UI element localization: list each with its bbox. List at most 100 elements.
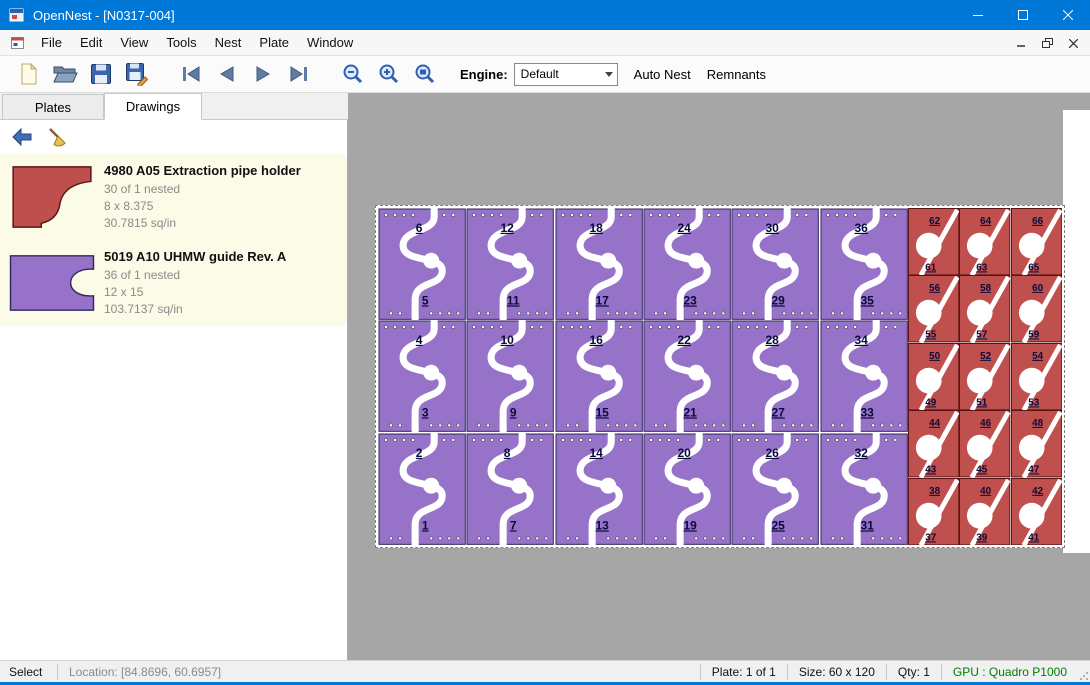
nested-part-pair-purple[interactable]: 26 25 [731,433,819,545]
nested-part-pair-purple[interactable]: 30 29 [731,208,819,320]
part-number: 50 [929,351,940,362]
maximize-icon[interactable] [1000,0,1045,30]
part-number: 6 [416,221,423,235]
part-number: 5 [422,293,429,307]
drawing-item-2[interactable]: 5019 A10 UHMW guide Rev. A 36 of 1 neste… [0,240,347,326]
nested-part-pair-purple[interactable]: 22 21 [643,320,731,432]
engine-select[interactable]: Default [514,63,618,86]
nested-part-pair-purple[interactable]: 6 5 [378,208,466,320]
mdi-minimize-icon[interactable] [1010,34,1032,52]
nested-part-pair-red[interactable]: 38 37 [908,478,959,545]
part-number: 37 [925,532,936,543]
nested-part-pair-red[interactable]: 60 59 [1011,275,1062,342]
status-mode: Select [0,665,55,679]
status-location: Location: [84.8696, 60.6957] [60,665,230,679]
nested-part-pair-red[interactable]: 42 41 [1011,478,1062,545]
part-number: 12 [501,221,515,235]
chevron-down-icon [605,72,613,77]
statusbar-separator [941,664,942,680]
remnants-button[interactable]: Remnants [707,67,766,82]
save-icon[interactable] [86,59,116,89]
nested-part-pair-purple[interactable]: 14 13 [555,433,643,545]
menu-tools[interactable]: Tools [157,31,205,54]
nested-part-pair-purple[interactable]: 18 17 [555,208,643,320]
nested-part-pair-purple[interactable]: 2 1 [378,433,466,545]
nested-part-pair-purple[interactable]: 34 33 [820,320,908,432]
menu-file[interactable]: File [32,31,71,54]
part-number: 39 [977,532,988,543]
nav-last-icon[interactable] [284,59,314,89]
nested-part-pair-purple[interactable]: 12 11 [466,208,554,320]
part-number: 29 [772,293,786,307]
part-number: 13 [595,518,609,532]
part-number: 57 [977,330,988,341]
nested-part-pair-red[interactable]: 64 63 [959,208,1010,275]
status-gpu: GPU : Quadro P1000 [944,665,1076,679]
nested-part-pair-purple[interactable]: 36 35 [820,208,908,320]
menu-bar: File Edit View Tools Nest Plate Window [0,30,1090,56]
nested-part-pair-purple[interactable]: 28 27 [731,320,819,432]
auto-nest-button[interactable]: Auto Nest [634,67,691,82]
nest-canvas[interactable]: 6 5 12 11 18 17 [348,93,1090,660]
part-number: 64 [980,216,991,227]
nav-prev-icon[interactable] [212,59,242,89]
nested-part-pair-red[interactable]: 48 47 [1011,410,1062,477]
nested-part-pair-purple[interactable]: 32 31 [820,433,908,545]
nested-part-pair-red[interactable]: 58 57 [959,275,1010,342]
mdi-restore-icon[interactable] [1036,34,1058,52]
resize-grip[interactable] [1076,661,1090,682]
title-bar[interactable]: OpenNest - [N0317-004] [0,0,1090,30]
new-icon[interactable] [14,59,44,89]
part-number: 9 [510,406,517,420]
menu-edit[interactable]: Edit [71,31,111,54]
part-number: 63 [977,262,988,273]
nested-part-pair-red[interactable]: 52 51 [959,343,1010,410]
nested-part-pair-red[interactable]: 46 45 [959,410,1010,477]
canvas-scrollbar[interactable] [1063,110,1090,553]
clean-broom-icon[interactable] [44,123,72,151]
tab-drawings[interactable]: Drawings [104,93,202,120]
zoom-out-icon[interactable] [338,59,368,89]
nested-part-pair-red[interactable]: 62 61 [908,208,959,275]
nested-part-pair-red[interactable]: 44 43 [908,410,959,477]
open-icon[interactable] [50,59,80,89]
menu-nest[interactable]: Nest [206,31,251,54]
nested-part-pair-purple[interactable]: 20 19 [643,433,731,545]
nav-first-icon[interactable] [176,59,206,89]
mdi-close-icon[interactable] [1062,34,1084,52]
menu-view[interactable]: View [111,31,157,54]
part-number: 62 [929,216,940,227]
nested-part-pair-purple[interactable]: 16 15 [555,320,643,432]
drawing-area: 103.7137 sq/in [104,301,347,318]
nested-part-pair-red[interactable]: 66 65 [1011,208,1062,275]
menu-window[interactable]: Window [298,31,362,54]
nav-next-icon[interactable] [248,59,278,89]
nested-part-pair-purple[interactable]: 24 23 [643,208,731,320]
part-number: 65 [1028,262,1039,273]
part-number: 14 [589,446,603,460]
part-number: 60 [1032,283,1043,294]
zoom-in-icon[interactable] [374,59,404,89]
document-icon[interactable] [10,35,26,51]
minimize-icon[interactable] [955,0,1000,30]
nested-part-pair-red[interactable]: 50 49 [908,343,959,410]
nested-part-pair-red[interactable]: 40 39 [959,478,1010,545]
drawing-item-1[interactable]: 4980 A05 Extraction pipe holder 30 of 1 … [0,154,347,240]
part-number: 22 [677,333,691,347]
drawing-title: 5019 A10 UHMW guide Rev. A [104,249,347,264]
zoom-fit-icon[interactable] [410,59,440,89]
nested-part-pair-purple[interactable]: 10 9 [466,320,554,432]
nested-part-pair-purple[interactable]: 8 7 [466,433,554,545]
back-arrow-icon[interactable] [8,123,36,151]
menu-plate[interactable]: Plate [250,31,298,54]
left-tabstrip: Plates Drawings [0,93,348,120]
status-size: Size: 60 x 120 [790,665,884,679]
nested-part-pair-purple[interactable]: 4 3 [378,320,466,432]
close-icon[interactable] [1045,0,1090,30]
save-as-icon[interactable] [122,59,152,89]
plate[interactable]: 6 5 12 11 18 17 [375,205,1065,548]
drawings-panel-toolbar [0,120,347,154]
tab-plates[interactable]: Plates [2,94,104,119]
nested-part-pair-red[interactable]: 56 55 [908,275,959,342]
nested-part-pair-red[interactable]: 54 53 [1011,343,1062,410]
